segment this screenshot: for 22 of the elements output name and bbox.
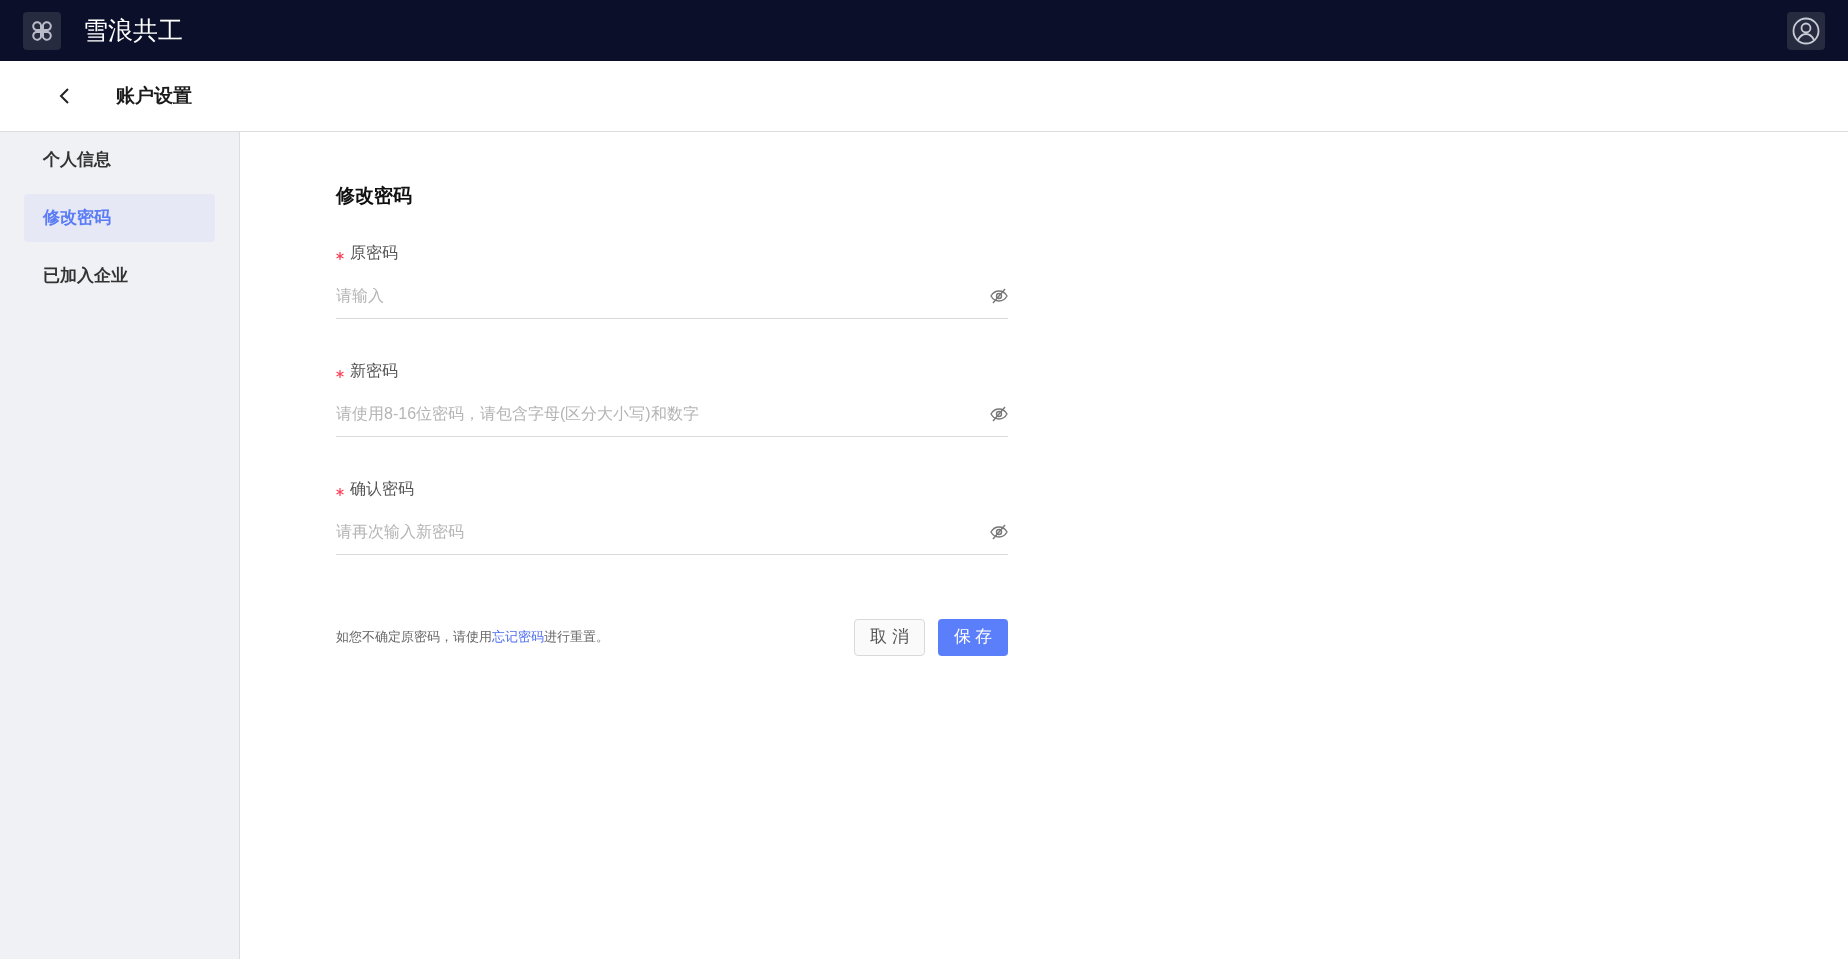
field-label: 原密码: [350, 242, 398, 263]
user-icon: [1792, 16, 1820, 45]
eye-off-icon[interactable]: [990, 524, 1008, 540]
form-title: 修改密码: [336, 184, 413, 208]
hint-text: 如您不确定原密码，请使用忘记密码进行重置。: [336, 627, 609, 646]
field-label: 新密码: [350, 360, 398, 381]
account-button[interactable]: [1787, 11, 1825, 50]
apps-menu-button[interactable]: [23, 11, 61, 50]
eye-off-icon[interactable]: [990, 288, 1008, 304]
cancel-button[interactable]: 取 消: [854, 618, 925, 656]
sidebar-item[interactable]: 个人信息: [24, 136, 215, 184]
eye-off-icon[interactable]: [990, 406, 1008, 422]
forgot-password-link[interactable]: 忘记密码: [492, 628, 544, 644]
password-field[interactable]: 请使用8-16位密码，请包含字母(区分大小写)和数字: [336, 402, 990, 426]
back-icon: [58, 87, 70, 105]
app-title: 雪浪共工: [83, 14, 183, 46]
field-label: 确认密码: [350, 478, 414, 499]
save-button[interactable]: 保 存: [938, 618, 1008, 656]
page-title: 账户设置: [116, 83, 192, 108]
password-field[interactable]: 请再次输入新密码: [336, 520, 990, 544]
sidebar-item[interactable]: 已加入企业: [24, 252, 215, 300]
password-field[interactable]: 请输入: [336, 284, 990, 308]
